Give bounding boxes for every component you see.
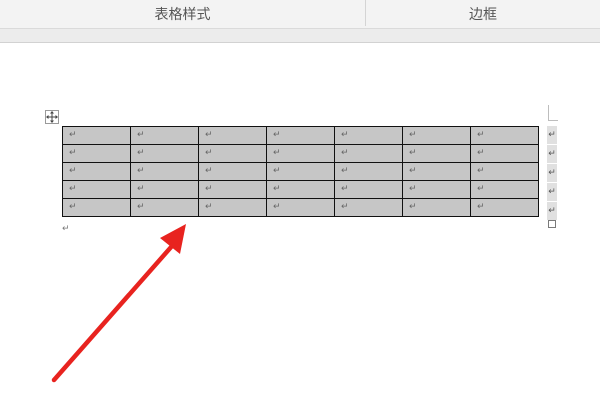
annotation-arrow-shaft [51,243,175,383]
annotation-arrow-head [160,224,186,254]
annotation-arrow [51,224,186,383]
